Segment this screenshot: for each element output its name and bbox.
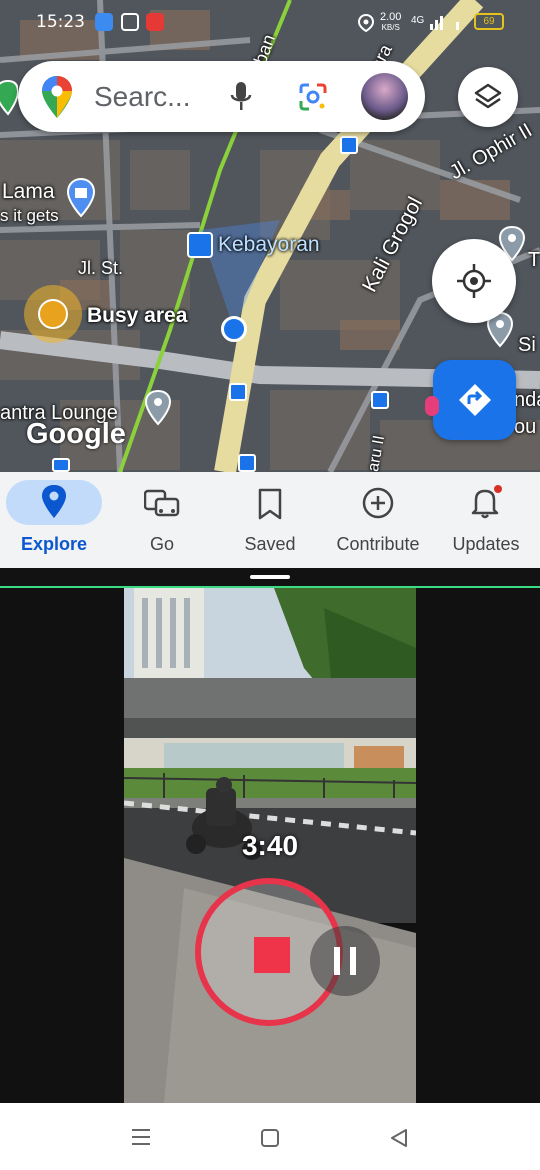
network-type: 4G — [411, 15, 425, 26]
map-label-nda: nda — [514, 389, 540, 411]
tab-contribute[interactable]: Contribute — [324, 472, 432, 568]
back-icon[interactable] — [389, 1128, 409, 1148]
google-lens-icon[interactable] — [298, 82, 328, 112]
tab-saved-label: Saved — [244, 534, 296, 554]
bus-stop-icon[interactable] — [340, 136, 358, 154]
status-time: 15:23 — [36, 12, 85, 32]
place-pin-icon[interactable] — [0, 80, 18, 116]
app-notification-icon — [95, 13, 113, 31]
bottom-navigation: Explore Go Saved Contribute Updates — [0, 472, 540, 568]
screen-record-icon — [146, 13, 164, 31]
signal-icon — [430, 16, 459, 30]
battery-indicator: 69 — [474, 13, 504, 30]
bus-station-icon[interactable] — [187, 232, 213, 258]
menu-icon[interactable] — [131, 1128, 151, 1146]
system-navigation-bar — [0, 1103, 540, 1170]
tab-saved[interactable]: Saved — [216, 472, 324, 568]
bus-stop-icon[interactable] — [238, 454, 256, 472]
google-logo: Google — [26, 418, 126, 450]
shopping-place-icon[interactable] — [66, 178, 96, 218]
map-label-busy-area[interactable]: Busy area — [87, 304, 187, 328]
bus-stop-icon[interactable] — [229, 383, 247, 401]
home-icon[interactable] — [260, 1128, 280, 1148]
map-label-jl-st: Jl. St. — [78, 258, 124, 278]
map-label-kebayoran[interactable]: Kebayoran — [218, 233, 320, 257]
bookmark-icon — [258, 488, 282, 520]
busy-area-icon[interactable] — [38, 299, 68, 329]
map-label-it-gets: s it gets — [0, 206, 59, 225]
camera-preview: 3:40 — [124, 588, 416, 1103]
tab-go[interactable]: Go — [108, 472, 216, 568]
my-location-button[interactable] — [432, 239, 516, 323]
bus-stop-icon[interactable] — [371, 391, 389, 409]
tab-contribute-label: Contribute — [336, 534, 420, 554]
recorder-panel: 3:40 — [0, 588, 540, 1103]
pin-icon — [42, 485, 66, 518]
google-maps-logo-icon — [42, 76, 72, 118]
bus-stop-icon[interactable] — [52, 458, 70, 472]
directions-icon — [459, 384, 491, 416]
pause-icon — [350, 947, 356, 975]
recording-timer: 3:40 — [241, 830, 299, 861]
layers-icon — [474, 83, 502, 109]
search-input[interactable]: Searc... — [94, 81, 190, 113]
map-label-si: Si — [518, 334, 536, 356]
commute-icon — [144, 489, 180, 517]
split-screen-divider[interactable] — [0, 568, 540, 588]
my-location-dot — [221, 316, 247, 342]
pause-button[interactable] — [310, 926, 380, 996]
stop-icon — [254, 937, 290, 973]
tab-updates-label: Updates — [452, 534, 520, 554]
shopping-bag-icon — [121, 13, 139, 31]
pause-icon — [334, 947, 340, 975]
tab-explore[interactable]: Explore — [0, 472, 108, 568]
net-speed: 2.00 KB/S — [380, 11, 402, 33]
tab-updates[interactable]: Updates — [432, 472, 540, 568]
divider-handle[interactable] — [250, 575, 290, 579]
location-icon — [358, 14, 374, 32]
map-view[interactable]: 15:23 2.00 KB/S 4G 69 Lama s it gets Jl.… — [0, 0, 540, 472]
map-label-t: T — [528, 249, 540, 271]
tab-go-label: Go — [149, 534, 174, 554]
account-avatar[interactable] — [361, 73, 408, 120]
layers-button[interactable] — [458, 67, 518, 127]
tab-explore-label: Explore — [20, 534, 88, 554]
place-pin-icon[interactable] — [425, 396, 439, 416]
crosshair-icon — [457, 264, 491, 298]
bell-icon — [471, 485, 502, 519]
place-pin-icon[interactable] — [144, 390, 172, 426]
microphone-icon[interactable] — [229, 81, 253, 113]
map-label-ou: ou — [514, 416, 537, 438]
search-bar[interactable]: Searc... — [18, 61, 425, 132]
directions-button[interactable] — [433, 360, 516, 440]
add-circle-icon — [362, 487, 394, 519]
map-label-lama: Lama — [2, 180, 55, 203]
